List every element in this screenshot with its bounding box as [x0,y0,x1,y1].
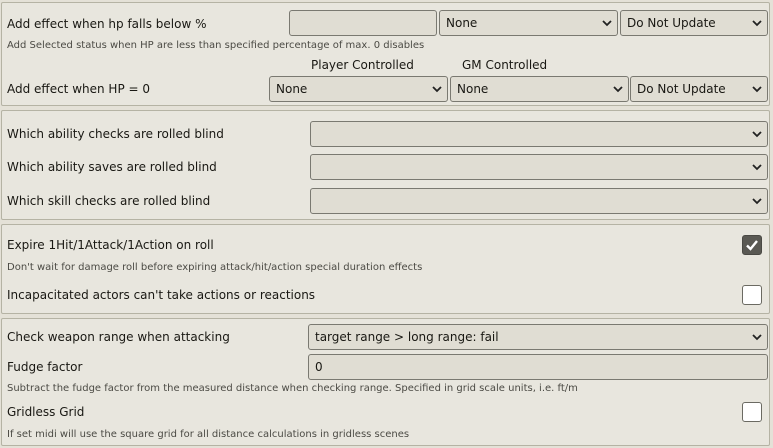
hp-below-status-select[interactable]: None [439,10,618,36]
hp-below-percent-input[interactable] [289,10,437,36]
hp-zero-label: Add effect when HP = 0 [7,82,150,96]
chevron-down-icon [752,164,762,171]
gridless-grid-label: Gridless Grid [7,405,85,419]
chevron-down-icon [752,131,762,138]
hp-below-update-value: Do Not Update [627,16,716,30]
skill-checks-blind-label: Which skill checks are rolled blind [7,194,211,208]
range-panel: Check weapon range when attacking target… [1,318,770,446]
hp-zero-update-select[interactable]: Do Not Update [630,76,768,102]
incapacitated-label: Incapacitated actors can't take actions … [7,288,316,302]
chevron-down-icon [752,20,762,27]
skill-checks-blind-select[interactable] [310,188,768,214]
hp-effects-panel: Add effect when hp falls below % None Do… [1,2,770,106]
hp-zero-gm-value: None [457,82,489,96]
checkmark-icon [746,240,758,251]
weapon-range-label: Check weapon range when attacking [7,330,230,344]
blind-rolls-panel: Which ability checks are rolled blind Wh… [1,110,770,220]
chevron-down-icon [432,86,442,93]
ability-checks-blind-label: Which ability checks are rolled blind [7,127,224,141]
fudge-factor-label: Fudge factor [7,360,83,374]
chevron-down-icon [752,334,762,341]
hp-below-hint: Add Selected status when HP are less tha… [7,40,425,51]
expire-on-roll-label: Expire 1Hit/1Attack/1Action on roll [7,238,214,252]
hp-zero-update-value: Do Not Update [637,82,726,96]
expire-on-roll-hint: Don't wait for damage roll before expiri… [7,262,423,273]
ability-saves-blind-select[interactable] [310,154,768,180]
gm-controlled-heading: GM Controlled [462,58,548,72]
ability-checks-blind-select[interactable] [310,121,768,147]
fudge-factor-hint: Subtract the fudge factor from the measu… [7,383,578,394]
ability-saves-blind-label: Which ability saves are rolled blind [7,160,217,174]
gridless-grid-checkbox[interactable] [742,402,762,422]
chevron-down-icon [613,86,623,93]
gridless-grid-hint: If set midi will use the square grid for… [7,429,410,440]
hp-below-update-select[interactable]: Do Not Update [620,10,768,36]
hp-zero-player-select[interactable]: None [269,76,448,102]
weapon-range-select[interactable]: target range > long range: fail [308,324,768,350]
hp-zero-player-value: None [276,82,308,96]
chevron-down-icon [752,86,762,93]
expire-panel: Expire 1Hit/1Attack/1Action on roll Don'… [1,224,770,314]
incapacitated-checkbox[interactable] [742,285,762,305]
hp-zero-gm-select[interactable]: None [450,76,629,102]
chevron-down-icon [752,198,762,205]
hp-below-status-value: None [446,16,478,30]
hp-below-label: Add effect when hp falls below % [7,17,207,31]
expire-on-roll-checkbox[interactable] [742,235,762,255]
chevron-down-icon [602,20,612,27]
weapon-range-value: target range > long range: fail [315,330,499,344]
fudge-factor-input[interactable]: 0 [308,354,768,380]
player-controlled-heading: Player Controlled [311,58,414,72]
